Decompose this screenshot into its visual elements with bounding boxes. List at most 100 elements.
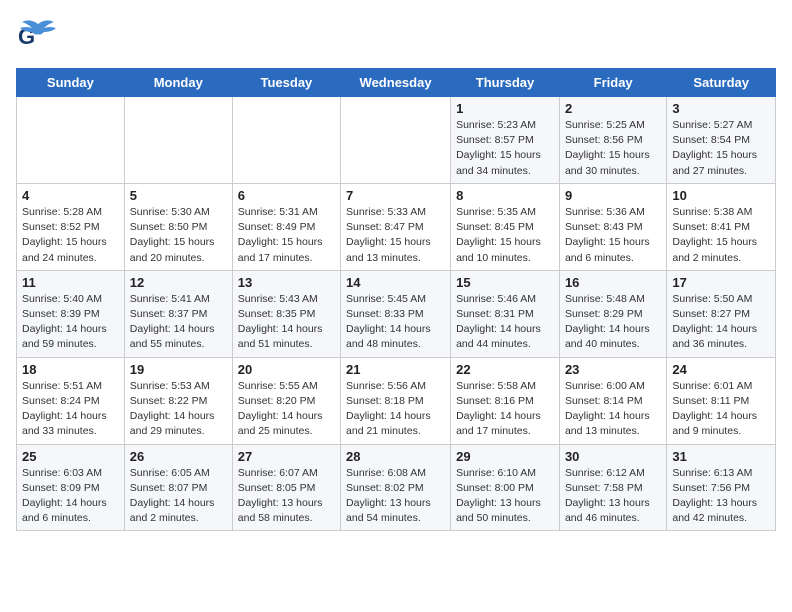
day-info: Sunrise: 5:36 AM Sunset: 8:43 PM Dayligh… [565,205,661,266]
calendar-cell-w3d1: 19 Sunrise: 5:53 AM Sunset: 8:22 PM Dayli… [124,357,232,444]
calendar-cell-w0d6: 3 Sunrise: 5:27 AM Sunset: 8:54 PM Daylig… [667,97,776,184]
weekday-header-thursday: Thursday [451,69,560,97]
day-number: 29 [456,449,554,464]
calendar-cell-w2d4: 15 Sunrise: 5:46 AM Sunset: 8:31 PM Dayli… [451,270,560,357]
day-info: Sunrise: 5:43 AM Sunset: 8:35 PM Dayligh… [238,292,335,353]
weekday-header-saturday: Saturday [667,69,776,97]
day-info: Sunrise: 5:35 AM Sunset: 8:45 PM Dayligh… [456,205,554,266]
day-info: Sunrise: 5:31 AM Sunset: 8:49 PM Dayligh… [238,205,335,266]
day-info: Sunrise: 5:55 AM Sunset: 8:20 PM Dayligh… [238,379,335,440]
day-number: 10 [672,188,770,203]
day-number: 16 [565,275,661,290]
calendar-cell-w1d3: 7 Sunrise: 5:33 AM Sunset: 8:47 PM Daylig… [341,183,451,270]
day-number: 27 [238,449,335,464]
day-number: 26 [130,449,227,464]
day-info: Sunrise: 5:56 AM Sunset: 8:18 PM Dayligh… [346,379,445,440]
day-number: 2 [565,101,661,116]
day-info: Sunrise: 5:53 AM Sunset: 8:22 PM Dayligh… [130,379,227,440]
day-info: Sunrise: 6:12 AM Sunset: 7:58 PM Dayligh… [565,466,661,527]
day-number: 11 [22,275,119,290]
day-number: 4 [22,188,119,203]
calendar-cell-w3d5: 23 Sunrise: 6:00 AM Sunset: 8:14 PM Dayli… [559,357,666,444]
day-number: 25 [22,449,119,464]
weekday-header-friday: Friday [559,69,666,97]
calendar-cell-w3d3: 21 Sunrise: 5:56 AM Sunset: 8:18 PM Dayli… [341,357,451,444]
day-info: Sunrise: 6:13 AM Sunset: 7:56 PM Dayligh… [672,466,770,527]
weekday-header-monday: Monday [124,69,232,97]
calendar-cell-w3d0: 18 Sunrise: 5:51 AM Sunset: 8:24 PM Dayli… [17,357,125,444]
calendar-cell-w2d3: 14Sunrise: 5:45 AM Sunset: 8:33 PM Dayli… [341,270,451,357]
day-number: 9 [565,188,661,203]
logo-icon: G [16,16,60,60]
day-info: Sunrise: 5:27 AM Sunset: 8:54 PM Dayligh… [672,118,770,179]
day-info: Sunrise: 5:50 AM Sunset: 8:27 PM Dayligh… [672,292,770,353]
day-info: Sunrise: 5:58 AM Sunset: 8:16 PM Dayligh… [456,379,554,440]
calendar-cell-w2d1: 12 Sunrise: 5:41 AM Sunset: 8:37 PM Dayli… [124,270,232,357]
calendar-cell-w4d1: 26 Sunrise: 6:05 AM Sunset: 8:07 PM Dayli… [124,444,232,531]
day-number: 15 [456,275,554,290]
day-number: 8 [456,188,554,203]
day-info: Sunrise: 5:41 AM Sunset: 8:37 PM Dayligh… [130,292,227,353]
calendar-cell-w4d3: 28 Sunrise: 6:08 AM Sunset: 8:02 PM Dayli… [341,444,451,531]
calendar-cell-w1d0: 4 Sunrise: 5:28 AM Sunset: 8:52 PM Daylig… [17,183,125,270]
calendar-cell-w0d1 [124,97,232,184]
day-info: Sunrise: 5:40 AM Sunset: 8:39 PM Dayligh… [22,292,119,353]
calendar-cell-w2d5: 16 Sunrise: 5:48 AM Sunset: 8:29 PM Dayli… [559,270,666,357]
logo: G [16,16,64,60]
day-info: Sunrise: 5:51 AM Sunset: 8:24 PM Dayligh… [22,379,119,440]
day-info: Sunrise: 5:25 AM Sunset: 8:56 PM Dayligh… [565,118,661,179]
day-info: Sunrise: 6:03 AM Sunset: 8:09 PM Dayligh… [22,466,119,527]
weekday-header-wednesday: Wednesday [341,69,451,97]
calendar-cell-w4d0: 25 Sunrise: 6:03 AM Sunset: 8:09 PM Dayli… [17,444,125,531]
day-number: 3 [672,101,770,116]
day-number: 23 [565,362,661,377]
calendar-cell-w1d2: 6 Sunrise: 5:31 AM Sunset: 8:49 PM Daylig… [232,183,340,270]
day-info: Sunrise: 6:05 AM Sunset: 8:07 PM Dayligh… [130,466,227,527]
day-info: Sunrise: 5:38 AM Sunset: 8:41 PM Dayligh… [672,205,770,266]
calendar-cell-w1d6: 10 Sunrise: 5:38 AM Sunset: 8:41 PM Dayli… [667,183,776,270]
day-number: 7 [346,188,445,203]
day-number: 24 [672,362,770,377]
day-number: 20 [238,362,335,377]
calendar-cell-w0d4: 1 Sunrise: 5:23 AM Sunset: 8:57 PM Daylig… [451,97,560,184]
calendar-table: SundayMondayTuesdayWednesdayThursdayFrid… [16,68,776,531]
day-info: Sunrise: 5:23 AM Sunset: 8:57 PM Dayligh… [456,118,554,179]
calendar-cell-w3d4: 22 Sunrise: 5:58 AM Sunset: 8:16 PM Dayli… [451,357,560,444]
day-info: Sunrise: 5:33 AM Sunset: 8:47 PM Dayligh… [346,205,445,266]
day-info: Sunrise: 6:08 AM Sunset: 8:02 PM Dayligh… [346,466,445,527]
calendar-cell-w3d6: 24 Sunrise: 6:01 AM Sunset: 8:11 PM Dayli… [667,357,776,444]
day-info: Sunrise: 5:48 AM Sunset: 8:29 PM Dayligh… [565,292,661,353]
calendar-cell-w3d2: 20 Sunrise: 5:55 AM Sunset: 8:20 PM Dayli… [232,357,340,444]
calendar-cell-w4d5: 30 Sunrise: 6:12 AM Sunset: 7:58 PM Dayli… [559,444,666,531]
calendar-cell-w4d4: 29 Sunrise: 6:10 AM Sunset: 8:00 PM Dayli… [451,444,560,531]
day-number: 21 [346,362,445,377]
day-number: 19 [130,362,227,377]
day-number: 30 [565,449,661,464]
calendar-cell-w0d2 [232,97,340,184]
calendar-cell-w1d4: 8 Sunrise: 5:35 AM Sunset: 8:45 PM Daylig… [451,183,560,270]
day-number: 12 [130,275,227,290]
header: G [16,16,776,60]
day-number: 18 [22,362,119,377]
calendar-cell-w4d2: 27 Sunrise: 6:07 AM Sunset: 8:05 PM Dayli… [232,444,340,531]
day-info: Sunrise: 5:28 AM Sunset: 8:52 PM Dayligh… [22,205,119,266]
day-info: Sunrise: 6:10 AM Sunset: 8:00 PM Dayligh… [456,466,554,527]
day-info: Sunrise: 6:01 AM Sunset: 8:11 PM Dayligh… [672,379,770,440]
day-number: 22 [456,362,554,377]
weekday-header-tuesday: Tuesday [232,69,340,97]
calendar-cell-w2d6: 17Sunrise: 5:50 AM Sunset: 8:27 PM Dayli… [667,270,776,357]
day-number: 6 [238,188,335,203]
calendar-cell-w0d5: 2 Sunrise: 5:25 AM Sunset: 8:56 PM Daylig… [559,97,666,184]
day-number: 28 [346,449,445,464]
day-info: Sunrise: 5:46 AM Sunset: 8:31 PM Dayligh… [456,292,554,353]
day-info: Sunrise: 6:00 AM Sunset: 8:14 PM Dayligh… [565,379,661,440]
day-info: Sunrise: 6:07 AM Sunset: 8:05 PM Dayligh… [238,466,335,527]
day-number: 1 [456,101,554,116]
day-number: 13 [238,275,335,290]
calendar-cell-w2d2: 13 Sunrise: 5:43 AM Sunset: 8:35 PM Dayli… [232,270,340,357]
day-info: Sunrise: 5:45 AM Sunset: 8:33 PM Dayligh… [346,292,445,353]
day-info: Sunrise: 5:30 AM Sunset: 8:50 PM Dayligh… [130,205,227,266]
calendar-cell-w4d6: 31Sunrise: 6:13 AM Sunset: 7:56 PM Dayli… [667,444,776,531]
day-number: 5 [130,188,227,203]
calendar-cell-w0d0 [17,97,125,184]
